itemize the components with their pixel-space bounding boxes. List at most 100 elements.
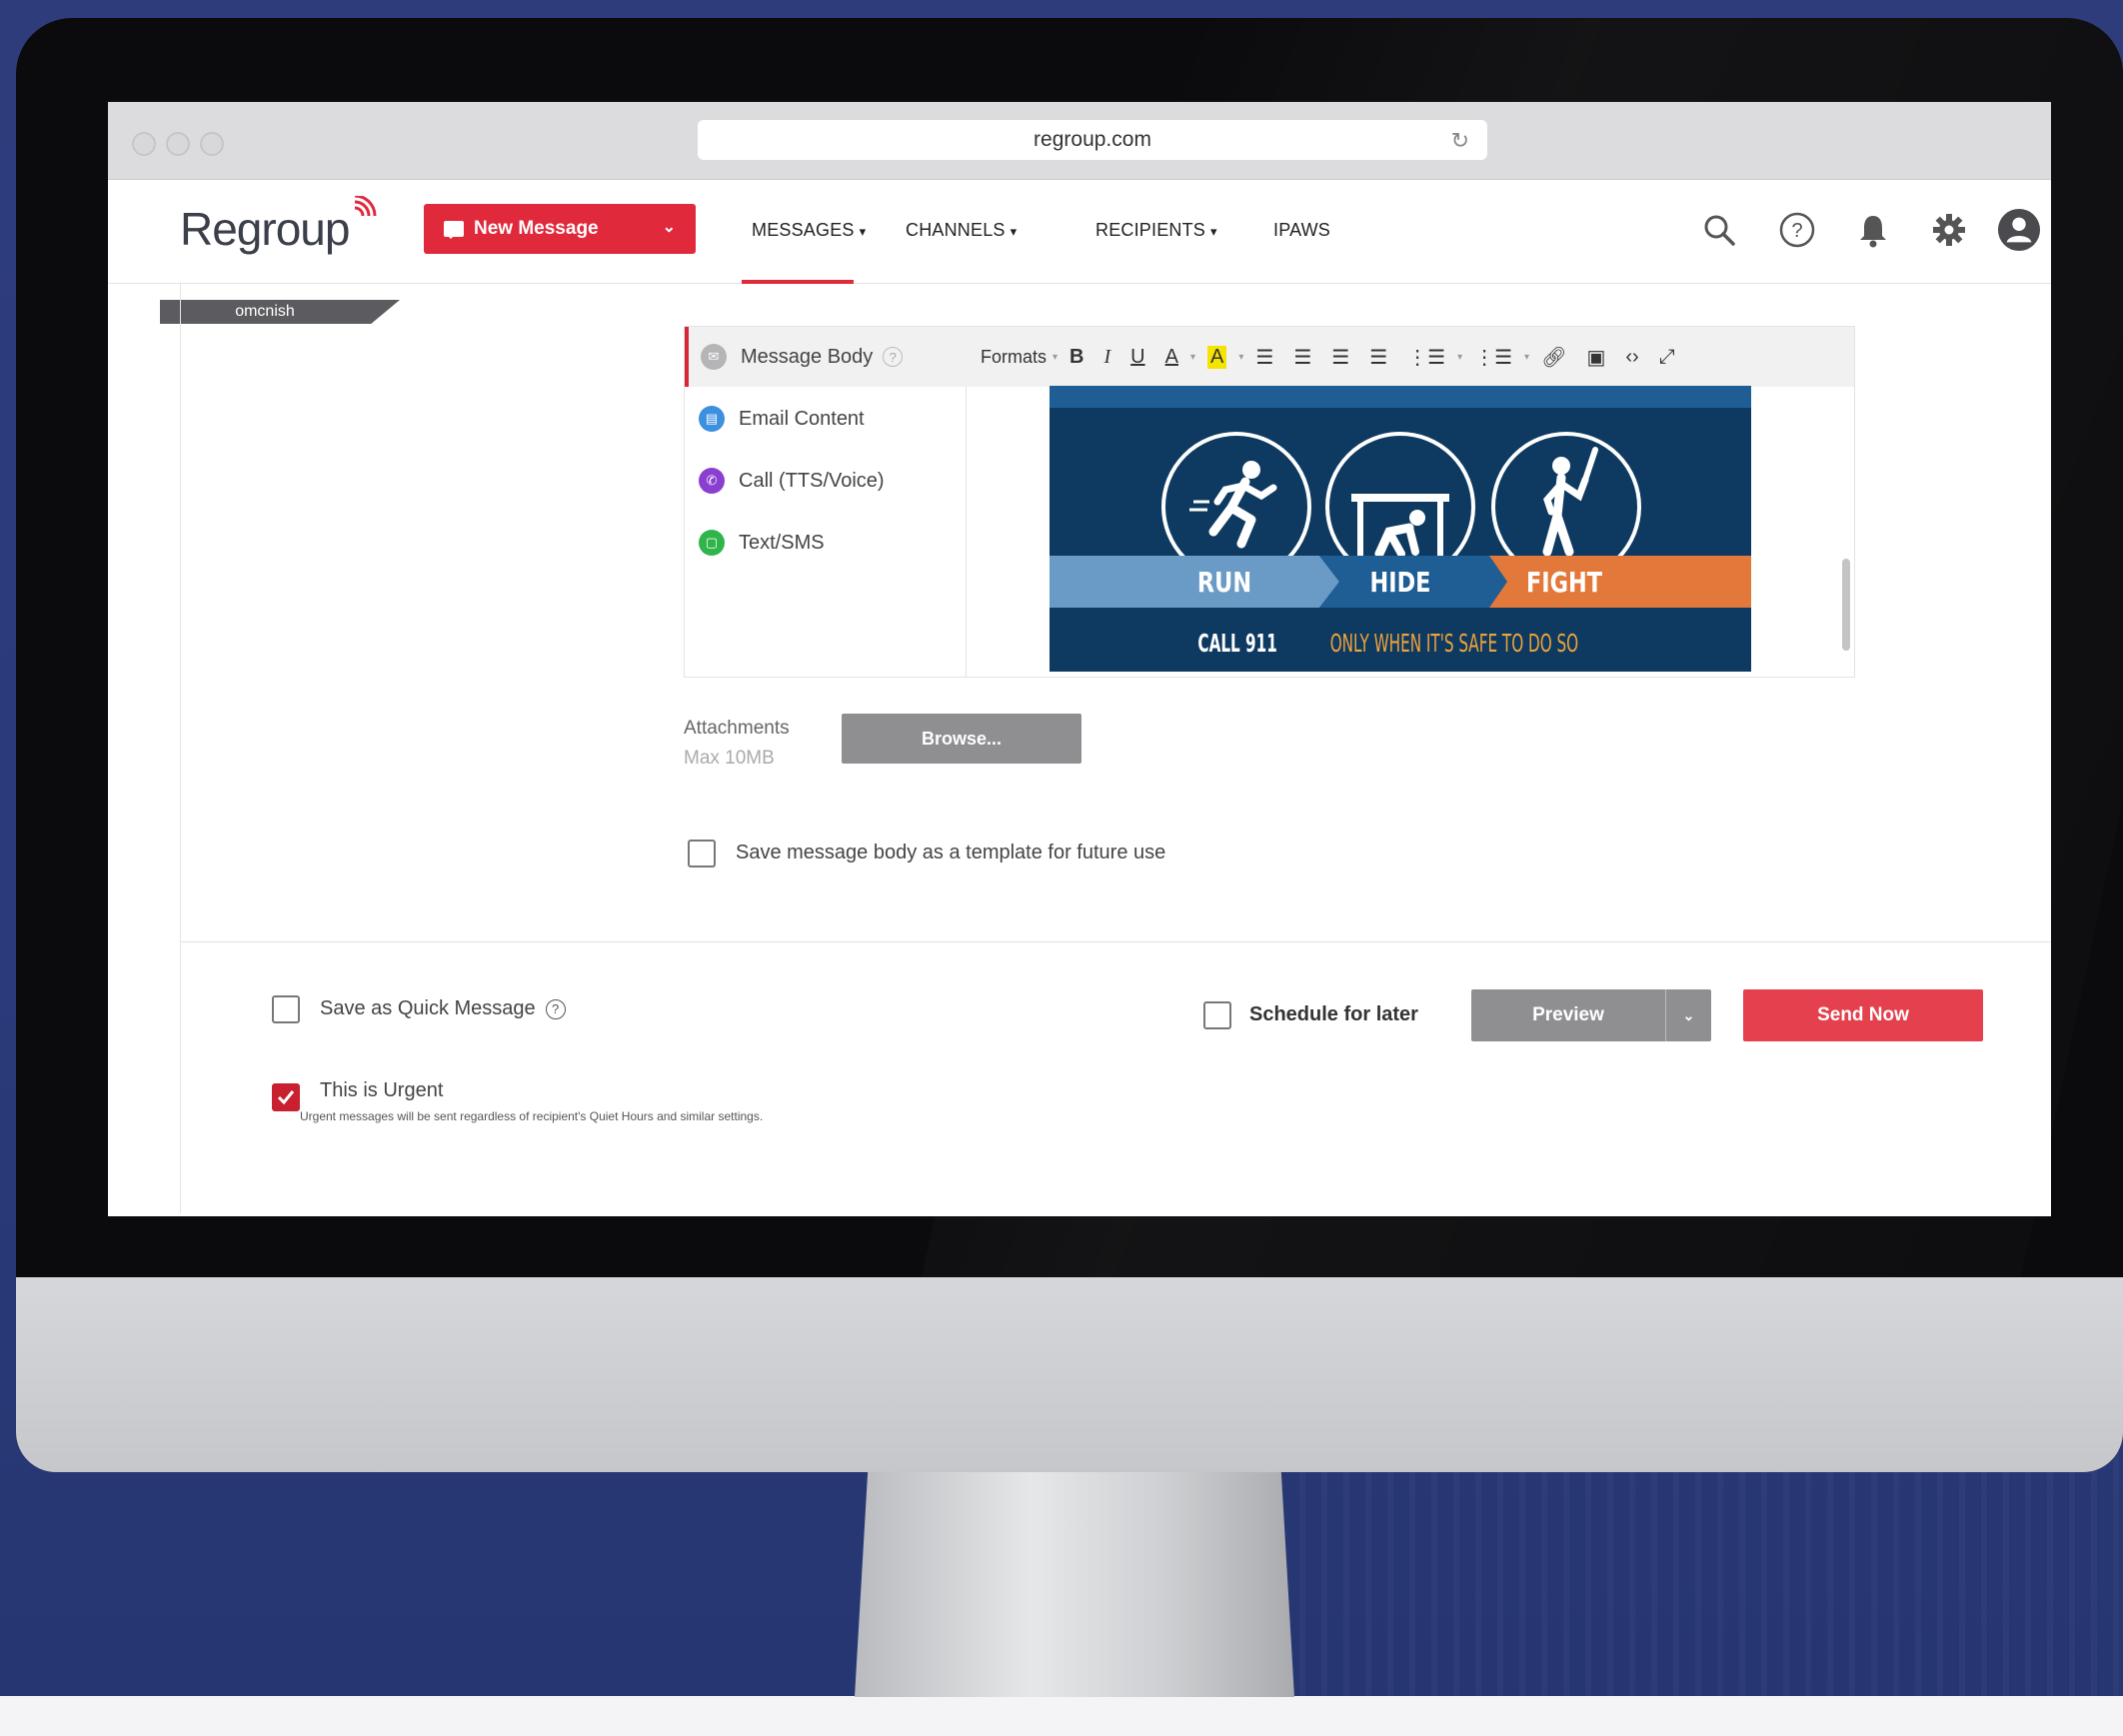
nav-channels-label: CHANNELS: [906, 220, 1006, 240]
help-icon[interactable]: ?: [883, 347, 904, 367]
urgent-label: This is Urgent: [320, 1079, 444, 1101]
logo-text: Regroup: [180, 203, 350, 255]
browser-chrome: regroup.com ↻: [108, 102, 2051, 180]
gear-icon[interactable]: [1927, 208, 1971, 252]
quick-message-row: Save as Quick Message ?: [320, 997, 566, 1020]
nav-messages[interactable]: MESSAGES ▾: [752, 220, 866, 241]
highlight-icon[interactable]: A: [1207, 345, 1227, 369]
bullet-list-icon[interactable]: ⋮☰: [1407, 345, 1445, 370]
address-bar[interactable]: regroup.com ↻: [698, 120, 1487, 160]
poster-top-band: [1050, 386, 1751, 408]
zoom-window-button[interactable]: [200, 132, 224, 156]
message-icon: [444, 221, 464, 239]
channel-call-voice[interactable]: ✆ Call (TTS/Voice): [685, 451, 967, 511]
save-template-checkbox[interactable]: [688, 840, 716, 868]
svg-text:?: ?: [1791, 220, 1802, 242]
step-run: RUN: [1196, 565, 1252, 599]
step-fight: FIGHT: [1525, 565, 1603, 599]
sms-icon: ▢: [699, 530, 725, 556]
checkmark-icon: [277, 1090, 295, 1105]
editor-toolbar: Formats ▾ B I U A ▾ A ▾ ☰ ☰ ☰ ☰ ⋮☰ ▾ ⋮☰ …: [967, 327, 1854, 387]
italic-icon[interactable]: I: [1104, 346, 1111, 369]
quick-message-label: Save as Quick Message: [320, 997, 536, 1019]
channel-label: Text/SMS: [739, 531, 825, 554]
help-icon[interactable]: ?: [1775, 208, 1819, 252]
channel-text-sms[interactable]: ▢ Text/SMS: [685, 513, 967, 573]
chevron-down-icon: ▾: [1189, 351, 1195, 363]
urgent-checkbox[interactable]: [272, 1083, 300, 1111]
new-message-button[interactable]: New Message ⌄: [424, 204, 696, 254]
phone-icon: ✆: [699, 468, 725, 494]
channel-message-body[interactable]: ✉ Message Body ?: [685, 327, 967, 387]
poster-footer: CALL 911 ONLY WHEN IT'S SAFE TO DO SO: [1050, 614, 1751, 672]
bell-icon[interactable]: [1851, 208, 1895, 252]
code-icon[interactable]: ‹›: [1625, 346, 1638, 369]
new-message-label: New Message: [474, 218, 599, 239]
urgent-note: Urgent messages will be sent regardless …: [300, 1109, 764, 1123]
align-left-icon[interactable]: ☰: [1255, 345, 1273, 370]
attachments-title: Attachments: [684, 718, 790, 739]
regroup-logo[interactable]: Regroup: [180, 196, 381, 256]
monitor-chin: [16, 1277, 2123, 1472]
numbered-list-icon[interactable]: ⋮☰: [1474, 345, 1512, 370]
chevron-down-icon: ▾: [1210, 224, 1217, 239]
nav-recipients[interactable]: RECIPIENTS ▾: [1095, 220, 1217, 241]
image-icon[interactable]: ▣: [1586, 345, 1605, 370]
chevron-down-icon: ▾: [1524, 351, 1530, 363]
section-divider: [180, 941, 2051, 942]
channel-label: Call (TTS/Voice): [739, 469, 885, 492]
send-now-button[interactable]: Send Now: [1743, 989, 1983, 1041]
step-hide: HIDE: [1369, 565, 1431, 599]
poster-footer-suffix: ONLY WHEN IT'S SAFE TO DO SO: [1330, 628, 1579, 658]
chevron-down-icon: ▾: [1238, 351, 1244, 363]
schedule-checkbox[interactable]: [1203, 1001, 1231, 1029]
user-avatar-icon[interactable]: [1997, 208, 2041, 252]
nav-messages-label: MESSAGES: [752, 220, 855, 240]
run-hide-fight-image: RUN HIDE FIGHT CALL 911 ONLY WHEN IT'S S…: [1050, 386, 1751, 672]
chevron-down-icon: ▾: [1053, 351, 1059, 363]
bold-icon[interactable]: B: [1069, 346, 1083, 369]
chevron-down-icon: ▾: [859, 224, 867, 239]
window-controls: [132, 132, 224, 156]
nav-channels[interactable]: CHANNELS ▾: [906, 220, 1017, 241]
poster-footer-prefix: CALL 911: [1197, 628, 1278, 658]
browse-button[interactable]: Browse...: [842, 714, 1081, 764]
email-icon: ▤: [699, 406, 725, 432]
monitor-stand: [855, 1471, 1294, 1697]
close-window-button[interactable]: [132, 132, 156, 156]
app-header: Regroup New Message ⌄ MESSAGES ▾ CHANNELS…: [108, 180, 2051, 284]
font-color-icon[interactable]: A: [1165, 346, 1178, 369]
align-right-icon[interactable]: ☰: [1331, 345, 1349, 370]
channel-label: Email Content: [739, 407, 865, 430]
channel-email-content[interactable]: ▤ Email Content: [685, 389, 967, 449]
save-template-label: Save message body as a template for futu…: [736, 842, 1166, 864]
fullscreen-icon[interactable]: ⤢: [1659, 346, 1675, 369]
nav-ipaws[interactable]: IPAWS: [1273, 220, 1330, 241]
nav-recipients-label: RECIPIENTS: [1095, 220, 1206, 240]
envelope-icon: ✉: [701, 344, 727, 370]
underline-icon[interactable]: U: [1130, 346, 1144, 369]
monitor-frame: regroup.com ↻ Regroup New Message ⌄ MESS: [16, 18, 2123, 1472]
reload-icon[interactable]: ↻: [1451, 128, 1469, 154]
chevron-down-icon[interactable]: ⌄: [663, 217, 676, 237]
minimize-window-button[interactable]: [166, 132, 190, 156]
help-icon[interactable]: ?: [545, 998, 566, 1019]
editor-scrollbar[interactable]: [1842, 559, 1850, 651]
channel-list: ✉ Message Body ? ▤ Email Content ✆ Call …: [685, 327, 967, 677]
align-center-icon[interactable]: ☰: [1293, 345, 1311, 370]
chevron-down-icon[interactable]: ⌄: [1666, 1007, 1711, 1024]
search-icon[interactable]: [1697, 208, 1741, 252]
link-icon[interactable]: 🔗︎: [1541, 345, 1566, 370]
url-text: regroup.com: [1034, 128, 1151, 151]
preview-button[interactable]: Preview ⌄: [1471, 989, 1711, 1041]
justify-icon[interactable]: ☰: [1369, 345, 1387, 370]
formats-dropdown[interactable]: Formats: [981, 347, 1047, 368]
quick-message-checkbox[interactable]: [272, 995, 300, 1023]
browser-window: regroup.com ↻ Regroup New Message ⌄ MESS: [108, 102, 2051, 1216]
attachments-label: Attachments Max 10MB: [684, 714, 790, 774]
chevron-down-icon: ▾: [1457, 351, 1463, 363]
page-bottom-strip: [0, 1696, 2123, 1736]
channel-label: Message Body: [741, 345, 874, 368]
attachments-limit: Max 10MB: [684, 748, 775, 769]
schedule-label: Schedule for later: [1249, 1003, 1418, 1025]
